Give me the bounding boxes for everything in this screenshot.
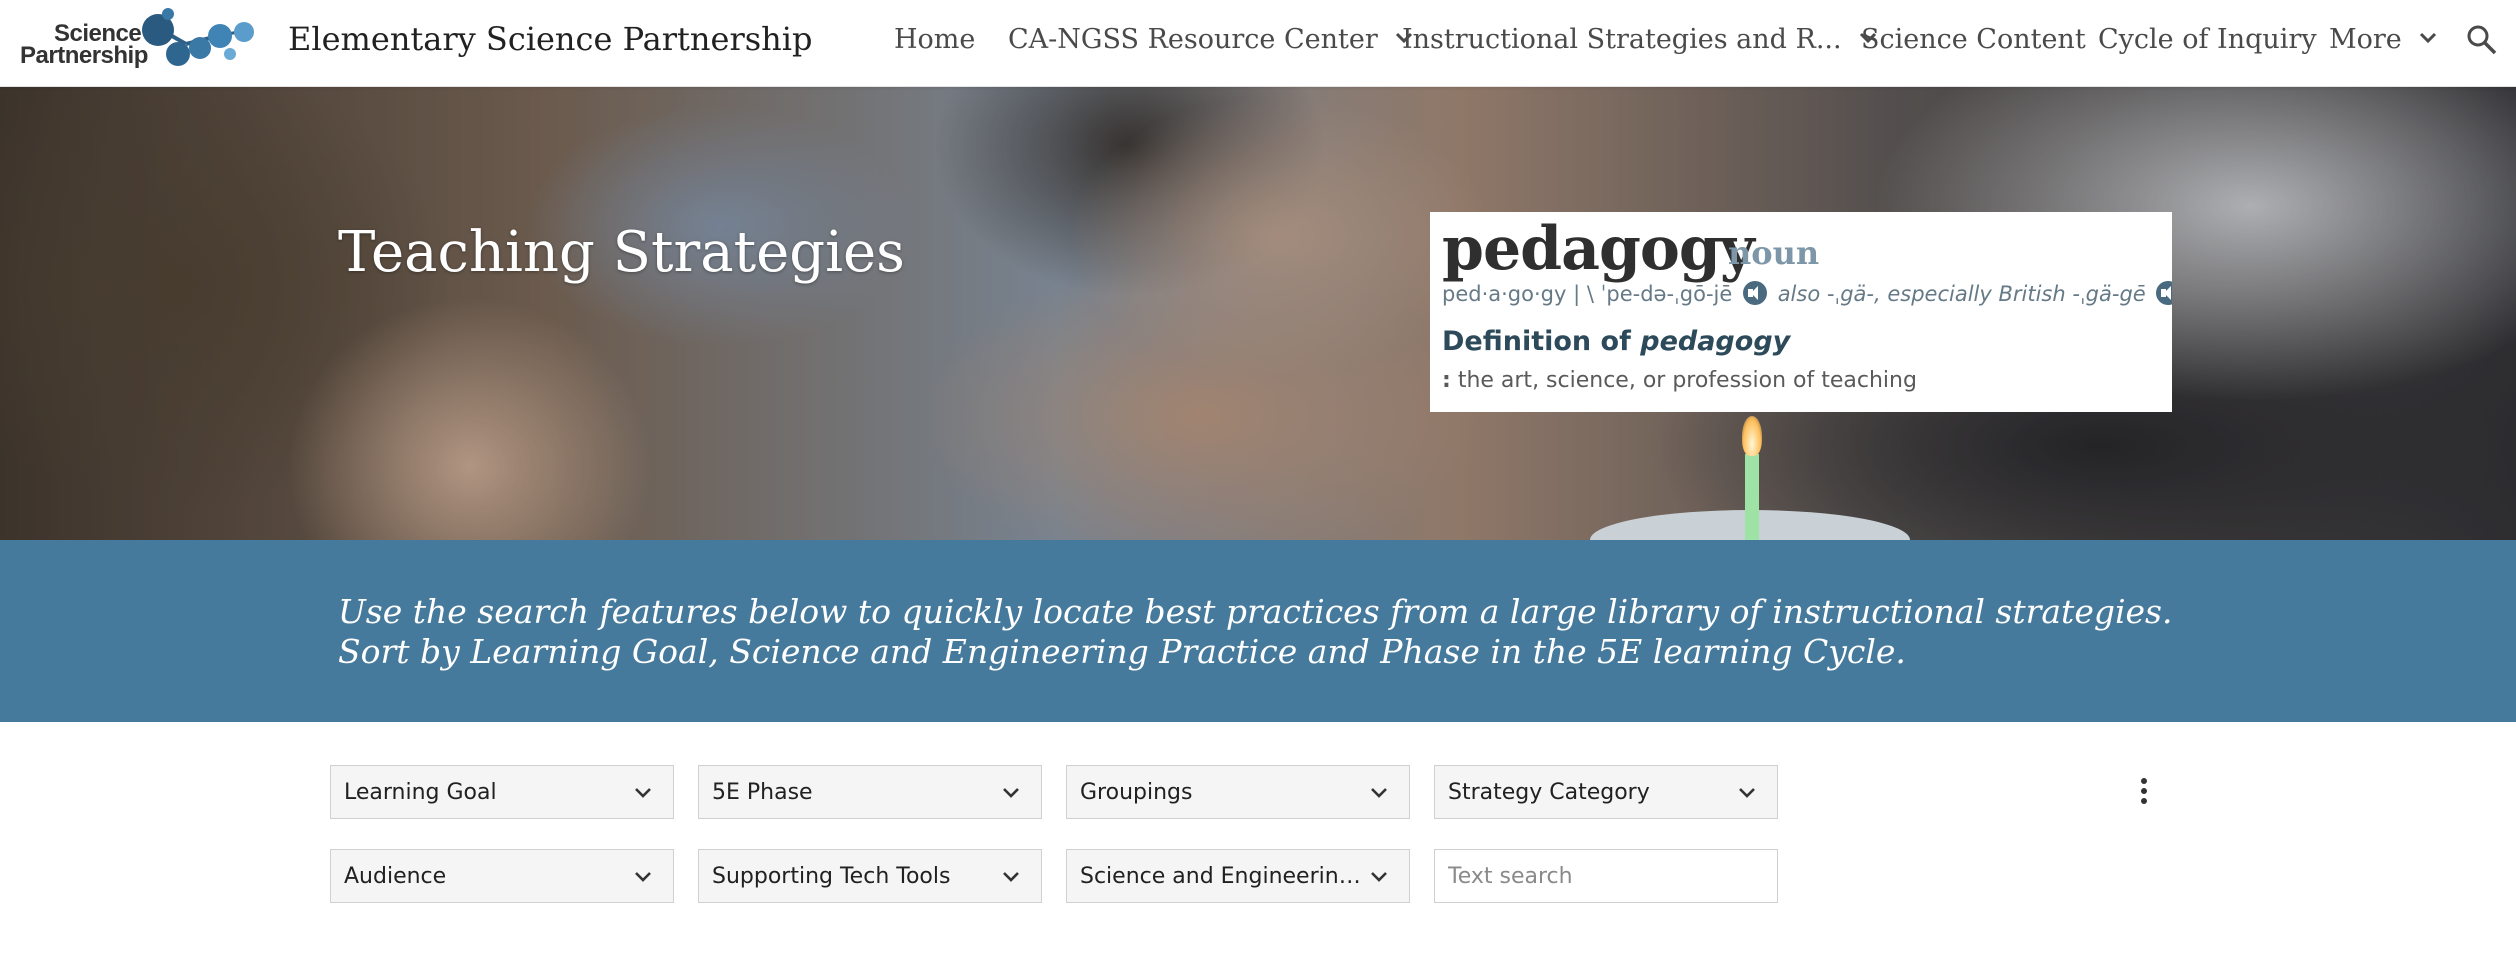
chevron-down-icon xyxy=(2420,32,2437,43)
dictionary-part-of-speech: noun xyxy=(1728,234,1820,272)
nav-item-label: Instructional Strategies and R... xyxy=(1402,24,1842,55)
filter-label: 5E Phase xyxy=(712,780,813,805)
dictionary-word: pedagogy xyxy=(1442,214,1755,284)
nav-item-label: More xyxy=(2329,24,2402,55)
speaker-icon xyxy=(2156,281,2172,305)
chevron-down-icon xyxy=(1371,872,1387,882)
nav-item-instructional-strategies[interactable]: Instructional Strategies and R... xyxy=(1402,24,1880,60)
site-title[interactable]: Elementary Science Partnership xyxy=(288,20,812,58)
filter-learning-goal[interactable]: Learning Goal xyxy=(330,765,674,819)
nav-item-ca-ngss-resource-center[interactable]: CA-NGSS Resource Center xyxy=(1008,24,1416,60)
dictionary-definition-card: pedagogy noun ped·a·go·gy | \ ˈpe-də-ˌgō… xyxy=(1430,212,2172,412)
hero-photo-candle xyxy=(1745,454,1759,540)
top-navigation-bar: Science Partnership Elementary Science P… xyxy=(0,0,2516,87)
definition-body: the art, science, or profession of teach… xyxy=(1457,368,1917,393)
nav-item-label: CA-NGSS Resource Center xyxy=(1008,24,1378,55)
filter-label: Learning Goal xyxy=(344,780,497,805)
nav-item-label: Science Content xyxy=(1861,24,2086,55)
chevron-down-icon xyxy=(1739,788,1755,798)
definition-heading-prefix: Definition of xyxy=(1442,326,1631,357)
intro-band: Use the search features below to quickly… xyxy=(0,540,2516,722)
more-options-icon[interactable] xyxy=(2132,774,2156,806)
filter-science-engineering-practice[interactable]: Science and Engineering ... xyxy=(1066,849,1410,903)
filter-label: Groupings xyxy=(1080,780,1193,805)
chevron-down-icon xyxy=(1003,788,1019,798)
filter-audience[interactable]: Audience xyxy=(330,849,674,903)
nav-item-home[interactable]: Home xyxy=(894,24,975,60)
logo-text-line2: Partnership xyxy=(20,42,148,69)
filter-label: Audience xyxy=(344,864,447,889)
hero-banner: Teaching Strategies pedagogy noun ped·a·… xyxy=(0,86,2516,540)
pronunciation-text: ped·a·go·gy | \ ˈpe-də-ˌgō-jē xyxy=(1442,282,1733,306)
search-icon[interactable] xyxy=(2464,22,2500,58)
site-logo[interactable]: Science Partnership xyxy=(18,6,266,70)
pronunciation-alt-text: also -ˌgä-, especially British -ˌgä-gē xyxy=(1777,282,2146,306)
page-title: Teaching Strategies xyxy=(338,220,905,285)
speaker-icon xyxy=(1743,281,1767,305)
filter-supporting-tech-tools[interactable]: Supporting Tech Tools xyxy=(698,849,1042,903)
nav-item-more[interactable]: More xyxy=(2329,24,2440,60)
chevron-down-icon xyxy=(635,788,651,798)
chevron-down-icon xyxy=(1371,788,1387,798)
dictionary-pronunciation: ped·a·go·gy | \ ˈpe-də-ˌgō-jē also -ˌgä-… xyxy=(1442,281,2172,306)
hero-photo-flame xyxy=(1742,416,1762,456)
intro-text: Use the search features below to quickly… xyxy=(338,592,2173,671)
nav-item-science-content[interactable]: Science Content xyxy=(1861,24,2086,60)
filter-groupings[interactable]: Groupings xyxy=(1066,765,1410,819)
filter-strategy-category[interactable]: Strategy Category xyxy=(1434,765,1778,819)
text-search-input[interactable] xyxy=(1434,849,1778,903)
filter-label: Strategy Category xyxy=(1448,780,1650,805)
filter-label: Supporting Tech Tools xyxy=(712,864,951,889)
filter-label: Science and Engineering ... xyxy=(1080,864,1361,889)
definition-marker: : xyxy=(1442,368,1451,393)
chevron-down-icon xyxy=(635,872,651,882)
definition-heading: Definition of pedagogy xyxy=(1442,326,1790,357)
nav-item-label: Cycle of Inquiry xyxy=(2098,24,2317,55)
nav-item-label: Home xyxy=(894,24,976,55)
definition-heading-word: pedagogy xyxy=(1640,326,1791,357)
definition-text: : the art, science, or profession of tea… xyxy=(1442,368,1917,393)
filter-5e-phase[interactable]: 5E Phase xyxy=(698,765,1042,819)
nav-item-cycle-of-inquiry[interactable]: Cycle of Inquiry xyxy=(2098,24,2317,60)
chevron-down-icon xyxy=(1003,872,1019,882)
